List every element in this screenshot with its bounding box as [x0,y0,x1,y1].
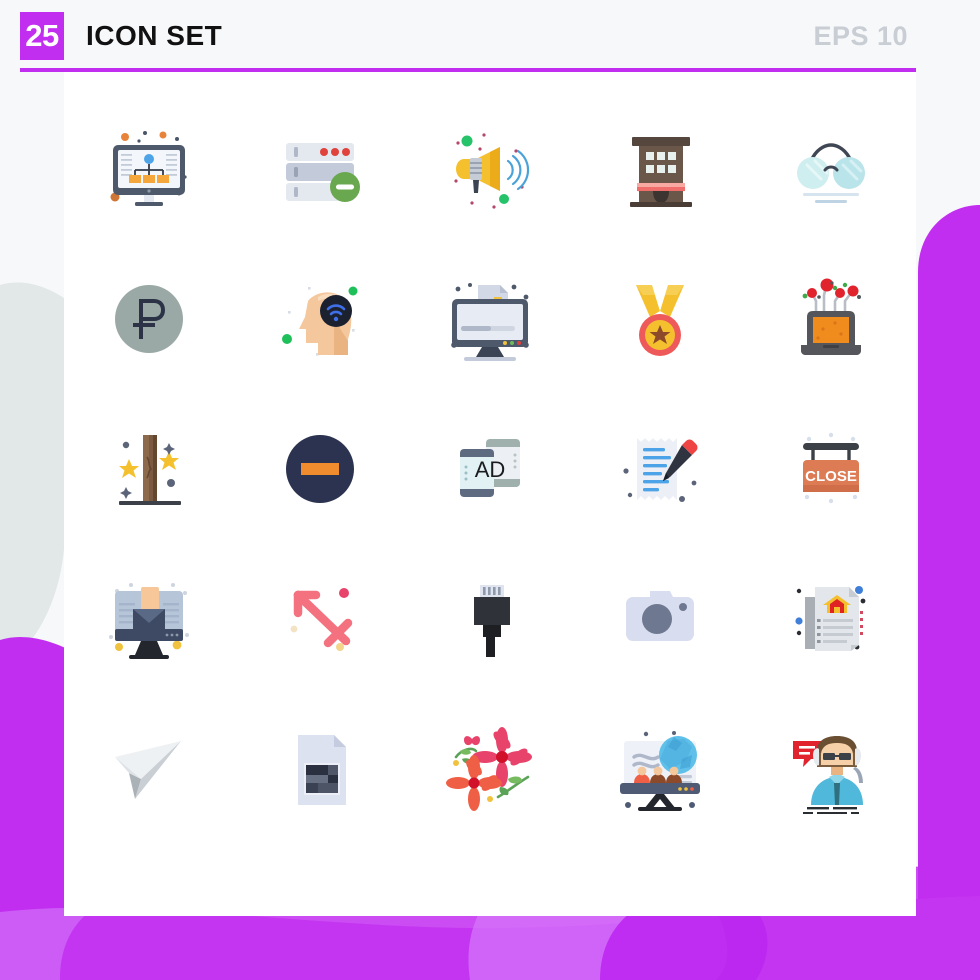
icon-cell-7[interactable] [234,244,404,394]
property-document-icon[interactable] [783,571,879,667]
icon-grid-card: AD CLOSE [64,72,916,916]
camera-icon[interactable] [612,571,708,667]
image-file-icon[interactable] [272,721,368,817]
ethernet-plug-icon[interactable] [442,571,538,667]
icon-cell-11[interactable] [64,394,234,544]
medal-star-icon[interactable] [612,271,708,367]
icon-cell-22[interactable] [234,694,404,844]
icon-cell-12[interactable] [234,394,404,544]
support-agent-icon[interactable] [783,721,879,817]
icon-cell-10[interactable] [746,244,916,394]
eps-version-label: EPS 10 [813,20,908,51]
wooden-post-stars-icon[interactable] [101,421,197,517]
icon-cell-9[interactable] [575,244,745,394]
icon-cell-17[interactable] [234,544,404,694]
monitor-document-upload-icon[interactable] [442,271,538,367]
icon-cell-13[interactable]: AD [405,394,575,544]
icon-cell-5[interactable] [746,94,916,244]
icon-cell-6[interactable] [64,244,234,394]
header-divider [20,68,916,72]
crossing-arrows-icon[interactable] [272,571,368,667]
page-title: ICON SET [86,20,223,51]
paper-plane-send-icon[interactable] [101,721,197,817]
shop-building-icon[interactable] [612,121,708,217]
monitor-email-icon[interactable] [101,571,197,667]
icon-cell-3[interactable] [405,94,575,244]
icon-cell-2[interactable] [234,94,404,244]
megaphone-icon[interactable] [442,121,538,217]
note-pencil-edit-icon[interactable] [612,421,708,517]
icon-cell-15[interactable]: CLOSE [746,394,916,544]
poster-header: 25 ICON SET EPS 10 [0,0,980,72]
icon-cell-14[interactable] [575,394,745,544]
mobile-ad-icon[interactable]: AD [442,421,538,517]
icon-cell-4[interactable] [575,94,745,244]
monitor-network-diagram-icon[interactable] [101,121,197,217]
head-wifi-brain-icon[interactable] [272,271,368,367]
icon-cell-21[interactable] [64,694,234,844]
flowers-icon[interactable] [442,721,538,817]
icon-cell-25[interactable] [746,694,916,844]
close-sign-icon[interactable]: CLOSE [783,421,879,517]
icon-cell-18[interactable] [405,544,575,694]
icon-set-poster: 25 ICON SET EPS 10 AD CLOSE [0,0,980,980]
close-sign-text: CLOSE [805,468,857,485]
icon-cell-1[interactable] [64,94,234,244]
icon-cell-8[interactable] [405,244,575,394]
icon-count-badge: 25 [20,12,64,60]
mobile-ad-text: AD [475,457,506,482]
icon-cell-23[interactable] [405,694,575,844]
circle-minus-remove-icon[interactable] [272,421,368,517]
server-remove-icon[interactable] [272,121,368,217]
ruble-coin-icon[interactable] [101,271,197,367]
icon-cell-19[interactable] [575,544,745,694]
laptop-network-nodes-icon[interactable] [783,271,879,367]
icon-grid: AD CLOSE [64,72,916,916]
presentation-globe-icon[interactable] [612,721,708,817]
eyeglasses-icon[interactable] [783,121,879,217]
icon-cell-24[interactable] [575,694,745,844]
icon-cell-16[interactable] [64,544,234,694]
icon-cell-20[interactable] [746,544,916,694]
